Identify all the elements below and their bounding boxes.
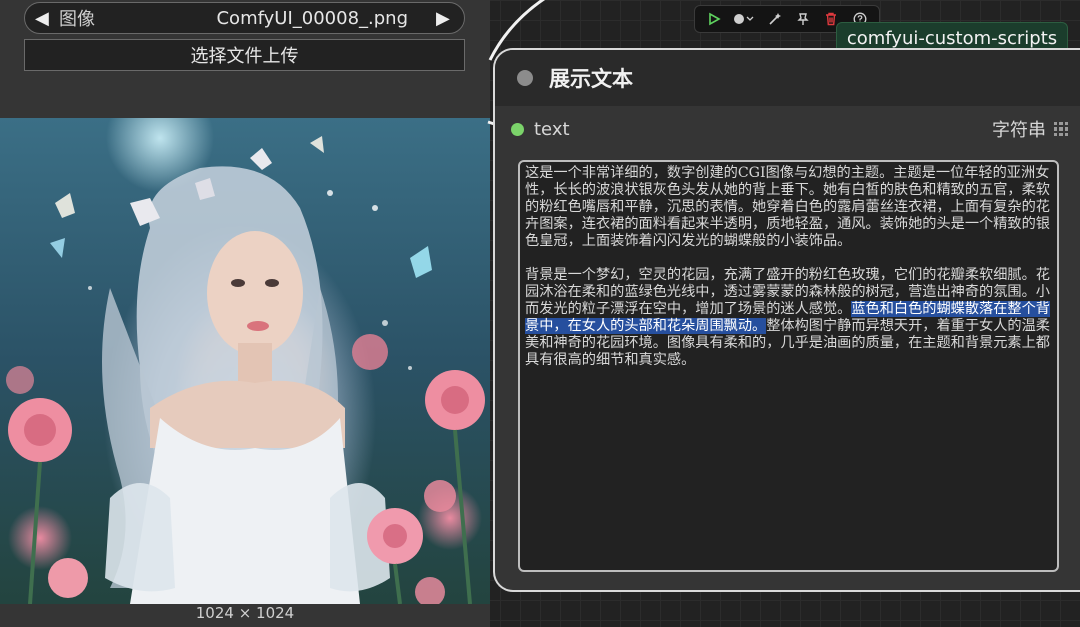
output-slot-grid-icon[interactable]	[1054, 122, 1068, 136]
wand-icon[interactable]	[765, 9, 783, 29]
preview-illustration	[6, 136, 485, 604]
image-widget-value: ComfyUI_00008_.png	[216, 7, 408, 29]
node-title: 展示文本	[549, 67, 633, 91]
color-dot-icon[interactable]	[733, 9, 755, 29]
node-title-bar[interactable]: 展示文本	[495, 50, 1080, 106]
output-slot-label: 字符串	[992, 120, 1046, 141]
text-display-area[interactable]: 这是一个非常详细的，数字创建的CGI图像与幻想的主题。主题是一位年轻的亚洲女性，…	[518, 160, 1059, 572]
pin-icon[interactable]	[794, 9, 812, 29]
input-slot-label: text	[534, 118, 570, 140]
play-icon[interactable]	[705, 9, 723, 29]
input-slot-dot-icon[interactable]	[511, 122, 524, 136]
load-image-node: ◀ 图像 ComfyUI_00008_.png ▶ 选择文件上传 1024 × …	[0, 0, 490, 627]
next-arrow-icon[interactable]: ▶	[436, 8, 454, 29]
image-preview	[0, 118, 490, 604]
io-row: text 字符串	[511, 116, 1068, 142]
image-combo-widget[interactable]: ◀ 图像 ComfyUI_00008_.png ▶	[24, 2, 465, 34]
image-widget-label: 图像	[59, 9, 95, 30]
text-paragraph-2: 背景是一个梦幻，空灵的花园，充满了盛开的粉红色玫瑰，它们的花瓣柔软细腻。花园沐浴…	[525, 267, 1052, 369]
image-dimensions: 1024 × 1024	[195, 604, 295, 622]
upload-file-button[interactable]: 选择文件上传	[24, 39, 465, 71]
text-paragraph-1: 这是一个非常详细的，数字创建的CGI图像与幻想的主题。主题是一位年轻的亚洲女性，…	[525, 165, 1050, 249]
prev-arrow-icon[interactable]: ◀	[35, 8, 53, 29]
show-text-node[interactable]: 展示文本 text 字符串 这是一个非常详细的，数字创建的CGI图像与幻想的主题…	[493, 48, 1080, 592]
collapse-dot-icon[interactable]	[517, 70, 533, 86]
